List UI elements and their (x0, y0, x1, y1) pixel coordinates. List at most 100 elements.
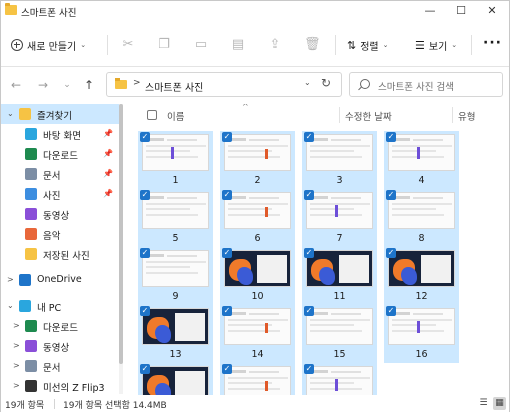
item-checkbox[interactable]: ✓ (140, 248, 150, 258)
sidebar-item-desktop[interactable]: 바탕 화면 📌 (1, 124, 119, 144)
search-input[interactable]: 스마트폰 사진 검색 (349, 72, 503, 97)
item-checkbox[interactable]: ✓ (304, 132, 314, 142)
address-dropdown-button[interactable]: ⌄ (304, 78, 311, 87)
status-divider (54, 399, 55, 409)
file-item[interactable]: ✓ 16 (384, 305, 459, 363)
sidebar-item-videos[interactable]: 동영상 (1, 204, 119, 224)
item-checkbox[interactable]: ✓ (386, 248, 396, 258)
file-item[interactable]: ✓ 6 (220, 189, 295, 247)
item-checkbox[interactable]: ✓ (222, 248, 232, 258)
file-item[interactable]: ✓ 4 (384, 131, 459, 189)
back-button[interactable]: ← (8, 77, 24, 93)
copy-icon[interactable]: ❐ (156, 37, 172, 53)
column-divider[interactable] (452, 107, 453, 123)
up-button[interactable]: ↑ (81, 77, 97, 93)
item-checkbox[interactable]: ✓ (386, 132, 396, 142)
select-all-checkbox[interactable] (147, 110, 157, 120)
expand-toggle-icon[interactable]: > (13, 321, 20, 330)
file-item[interactable]: ✓ 12 (384, 247, 459, 305)
item-checkbox[interactable]: ✓ (304, 190, 314, 200)
navigation-pane: ⌄ 즐겨찾기 바탕 화면 📌 다운로드 📌 문서 📌 사진 📌 동영상 음악 저장된 사진 > OneDri… (1, 104, 125, 395)
expand-toggle-icon[interactable]: > (13, 361, 20, 370)
pin-icon: 📌 (103, 149, 113, 158)
item-checkbox[interactable]: ✓ (304, 364, 314, 374)
large-icons-view-button[interactable]: ▦ (493, 397, 506, 410)
maximize-button[interactable]: ☐ (445, 1, 477, 21)
minimize-button[interactable]: — (414, 1, 446, 21)
file-item[interactable]: ✓ (220, 363, 295, 395)
item-checkbox[interactable]: ✓ (222, 132, 232, 142)
item-checkbox[interactable]: ✓ (304, 306, 314, 316)
view-button[interactable]: ☰ 보기 ⌄ (415, 36, 457, 54)
refresh-button[interactable]: ↻ (321, 76, 331, 90)
file-item[interactable]: ✓ 1 (138, 131, 213, 189)
expand-toggle-icon[interactable]: > (13, 341, 20, 350)
sort-button[interactable]: ⇅ 정렬 ⌄ (347, 36, 389, 54)
item-checkbox[interactable]: ✓ (386, 306, 396, 316)
sidebar-item-pictures[interactable]: 사진 📌 (1, 184, 119, 204)
delete-icon[interactable]: 🗑 (304, 37, 321, 53)
sidebar-item-folder[interactable]: 저장된 사진 (1, 244, 119, 264)
address-bar[interactable]: > 스마트폰 사진 ⌄ ↻ (106, 72, 342, 97)
file-item[interactable]: ✓ (138, 363, 213, 395)
item-checkbox[interactable]: ✓ (140, 364, 150, 374)
pin-icon: 📌 (103, 189, 113, 198)
recent-locations-button[interactable]: ⌄ (59, 77, 75, 93)
item-count: 19개 항목 (5, 401, 45, 411)
file-item[interactable]: ✓ 10 (220, 247, 295, 305)
expand-toggle-icon[interactable]: > (7, 275, 14, 284)
sidebar-item-this-pc[interactable]: ⌄ 내 PC (1, 296, 119, 316)
file-item[interactable]: ✓ 9 (138, 247, 213, 305)
view-button-label: 보기 (428, 41, 448, 53)
item-checkbox[interactable]: ✓ (386, 190, 396, 200)
item-checkbox[interactable]: ✓ (304, 248, 314, 258)
column-header-name[interactable]: 이름 (167, 109, 184, 123)
breadcrumb-current[interactable]: 스마트폰 사진 (145, 79, 203, 94)
file-item[interactable]: ✓ 5 (138, 189, 213, 247)
item-checkbox[interactable]: ✓ (140, 306, 150, 316)
expand-toggle-icon[interactable]: ⌄ (7, 301, 14, 310)
file-item[interactable]: ✓ (302, 363, 377, 395)
file-item[interactable]: ✓ 11 (302, 247, 377, 305)
more-options-button[interactable]: ··· (483, 35, 502, 51)
expand-toggle-icon[interactable]: > (13, 381, 20, 390)
item-checkbox[interactable]: ✓ (140, 132, 150, 142)
rename-icon[interactable]: ▤ (230, 37, 246, 53)
forward-button[interactable]: → (35, 77, 51, 93)
file-item[interactable]: ✓ 2 (220, 131, 295, 189)
file-item[interactable]: ✓ 8 (384, 189, 459, 247)
new-button[interactable]: 새로 만들기 ⌄ (11, 36, 86, 54)
file-item[interactable]: ✓ 15 (302, 305, 377, 363)
file-explorer-window: 스마트폰 사진 — ☐ ✕ 새로 만들기 ⌄ ✂ ❐ ▭ ▤ ⇪ 🗑 ⇅ 정렬 … (0, 0, 510, 412)
item-checkbox[interactable]: ✓ (140, 190, 150, 200)
share-icon[interactable]: ⇪ (267, 37, 283, 53)
cut-icon[interactable]: ✂ (120, 37, 136, 53)
item-checkbox[interactable]: ✓ (222, 306, 232, 316)
pin-icon: 📌 (103, 169, 113, 178)
sidebar-item-documents[interactable]: 문서 📌 (1, 164, 119, 184)
file-item[interactable]: ✓ 7 (302, 189, 377, 247)
sidebar-item-music[interactable]: 음악 (1, 224, 119, 244)
column-divider[interactable] (339, 107, 340, 123)
close-button[interactable]: ✕ (476, 1, 508, 21)
file-item[interactable]: ✓ 14 (220, 305, 295, 363)
sidebar-item-onedrive[interactable]: > OneDrive (1, 270, 119, 290)
sidebar-item-quick-access[interactable]: ⌄ 즐겨찾기 (1, 104, 119, 124)
sidebar-item-pc-download[interactable]: > 다운로드 (1, 316, 119, 336)
column-header-date[interactable]: 수정한 날짜 (345, 109, 392, 123)
scrollbar-thumb[interactable] (119, 104, 123, 364)
expand-toggle-icon[interactable]: ⌄ (7, 109, 14, 118)
sidebar-item-pc-documents[interactable]: > 문서 (1, 356, 119, 376)
item-checkbox[interactable]: ✓ (222, 364, 232, 374)
sidebar-item-pc-videos[interactable]: > 동영상 (1, 336, 119, 356)
column-header-type[interactable]: 유형 (458, 109, 475, 123)
sidebar-item-pc-phone[interactable]: > 미선의 Z Flip3 (1, 376, 119, 395)
navigation-pane-scrollbar[interactable] (119, 104, 123, 394)
paste-icon[interactable]: ▭ (193, 37, 209, 53)
file-item[interactable]: ✓ 3 (302, 131, 377, 189)
item-checkbox[interactable]: ✓ (222, 190, 232, 200)
sidebar-item-download[interactable]: 다운로드 📌 (1, 144, 119, 164)
file-item[interactable]: ✓ 13 (138, 305, 213, 363)
details-view-button[interactable]: ☰ (477, 397, 490, 410)
sidebar-item-label: 문서 (43, 171, 61, 182)
